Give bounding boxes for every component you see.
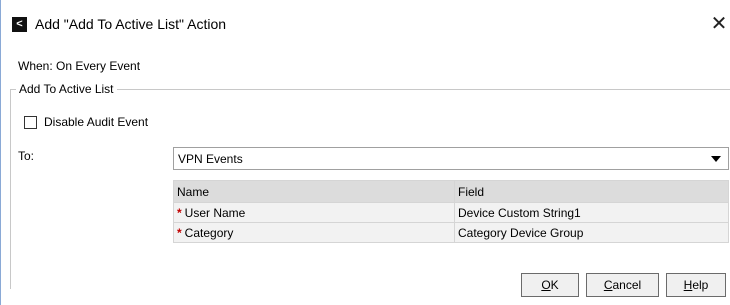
required-asterisk-icon: * <box>177 225 182 240</box>
cancel-label-rest: ancel <box>612 278 642 292</box>
field-cell[interactable]: Device Custom String1 <box>454 202 729 223</box>
disable-audit-checkbox[interactable] <box>24 116 37 129</box>
column-header-name[interactable]: Name <box>173 180 455 203</box>
help-button[interactable]: Help <box>666 273 726 297</box>
name-cell[interactable]: * User Name <box>173 202 455 223</box>
required-asterisk-icon: * <box>177 205 182 220</box>
dialog-title: Add "Add To Active List" Action <box>35 16 227 32</box>
to-label: To: <box>18 149 35 163</box>
field-cell[interactable]: Category Device Group <box>454 222 729 243</box>
app-logo-icon: < <box>12 17 27 32</box>
table-row[interactable]: * Category Category Device Group <box>173 222 729 243</box>
active-list-selected-value: VPN Events <box>178 152 243 166</box>
ok-label-rest: K <box>550 278 559 292</box>
group-divider <box>10 89 730 90</box>
name-cell-text: User Name <box>184 205 246 220</box>
close-button[interactable]: ✕ <box>707 10 730 36</box>
field-mapping-table: Name Field * User Name Device Custom Stri… <box>173 180 729 243</box>
disable-audit-label[interactable]: Disable Audit Event <box>44 115 148 129</box>
title-bar: < Add "Add To Active List" Action ✕ <box>1 0 730 44</box>
dropdown-arrow-icon[interactable] <box>711 156 721 162</box>
name-cell-text: Category <box>184 225 234 240</box>
name-cell[interactable]: * Category <box>173 222 455 243</box>
ok-mnemonic: O <box>541 278 551 292</box>
cancel-button[interactable]: Cancel <box>586 273 659 297</box>
table-row[interactable]: * User Name Device Custom String1 <box>173 202 729 223</box>
table-header-row: Name Field <box>173 180 729 203</box>
help-label-rest: elp <box>692 278 709 292</box>
column-header-field[interactable]: Field <box>454 180 729 203</box>
add-to-active-list-dialog: < Add "Add To Active List" Action ✕ When… <box>0 0 730 305</box>
ok-button[interactable]: OK <box>521 273 579 297</box>
when-label: When: On Every Event <box>18 59 141 73</box>
group-title: Add To Active List <box>16 82 117 96</box>
active-list-select[interactable]: VPN Events <box>173 147 729 170</box>
group-border-left <box>10 89 11 289</box>
